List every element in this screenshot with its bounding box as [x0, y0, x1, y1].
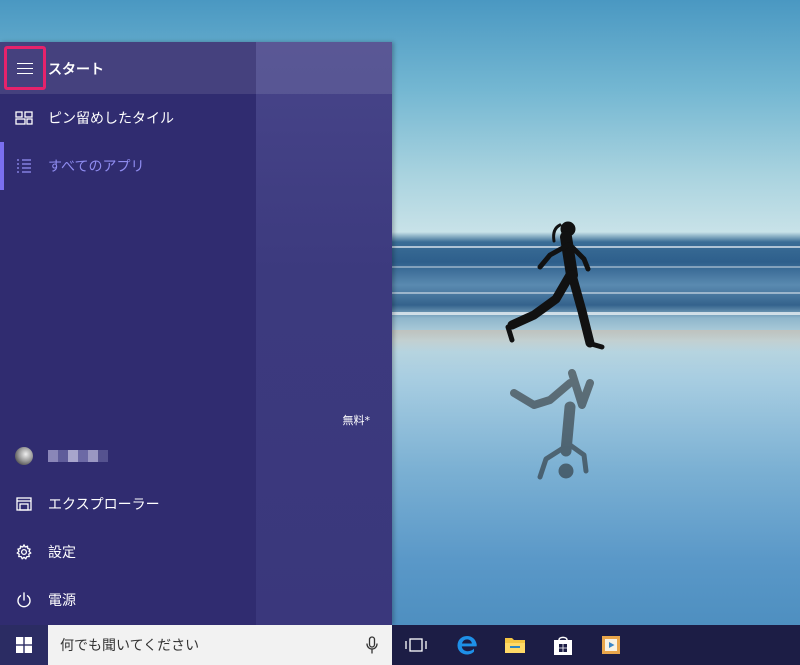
taskbar: 何でも聞いてください — [0, 625, 800, 665]
power-icon — [0, 576, 48, 624]
nav-item-label: 電源 — [48, 593, 76, 609]
tile-free-label[interactable]: 無料* — [343, 412, 371, 428]
task-view-button[interactable] — [392, 625, 440, 665]
user-avatar-icon — [0, 432, 48, 480]
avatar — [15, 447, 33, 465]
nav-item-label: すべてのアプリ — [48, 159, 145, 175]
search-input[interactable]: 何でも聞いてください — [48, 625, 392, 665]
nav-item-all-apps[interactable]: すべてのアプリ — [0, 142, 256, 190]
store-button[interactable] — [539, 625, 587, 665]
media-player-icon — [602, 636, 620, 654]
edge-icon — [457, 636, 477, 655]
user-name-blurred — [48, 450, 108, 462]
media-player-button[interactable] — [587, 625, 635, 665]
gear-icon — [0, 528, 48, 576]
pinned-tiles-icon — [0, 94, 48, 142]
search-placeholder: 何でも聞いてください — [60, 638, 200, 654]
start-menu-title: スタート — [48, 62, 104, 78]
nav-item-file-explorer[interactable]: エクスプローラー — [0, 480, 256, 528]
hamburger-icon — [17, 62, 33, 74]
nav-item-label: ピン留めしたタイル — [48, 111, 174, 127]
file-explorer-button[interactable] — [491, 625, 539, 665]
runner-silhouette — [505, 221, 605, 480]
nav-item-power[interactable]: 電源 — [0, 576, 256, 624]
start-menu: 無料* スタート ピン留めしたタイル すべてのアプリ エクスプローラー 設定 電… — [0, 42, 392, 625]
task-view-icon — [405, 638, 427, 652]
windows-logo-icon — [16, 637, 32, 653]
start-menu-tiles-pane: 無料* — [256, 42, 392, 625]
nav-item-label: エクスプローラー — [48, 497, 160, 513]
start-menu-header: スタート — [0, 42, 392, 94]
user-account[interactable] — [0, 432, 256, 480]
microphone-icon[interactable] — [352, 625, 392, 665]
hamburger-menu-button[interactable] — [4, 46, 46, 90]
nav-item-settings[interactable]: 設定 — [0, 528, 256, 576]
edge-browser-button[interactable] — [443, 625, 491, 665]
file-explorer-icon — [0, 480, 48, 528]
nav-item-pinned-tiles[interactable]: ピン留めしたタイル — [0, 94, 256, 142]
file-explorer-icon — [505, 638, 525, 653]
nav-item-label: 設定 — [48, 545, 76, 561]
all-apps-list-icon — [0, 142, 48, 190]
store-icon — [554, 636, 572, 655]
start-button[interactable] — [0, 625, 48, 665]
